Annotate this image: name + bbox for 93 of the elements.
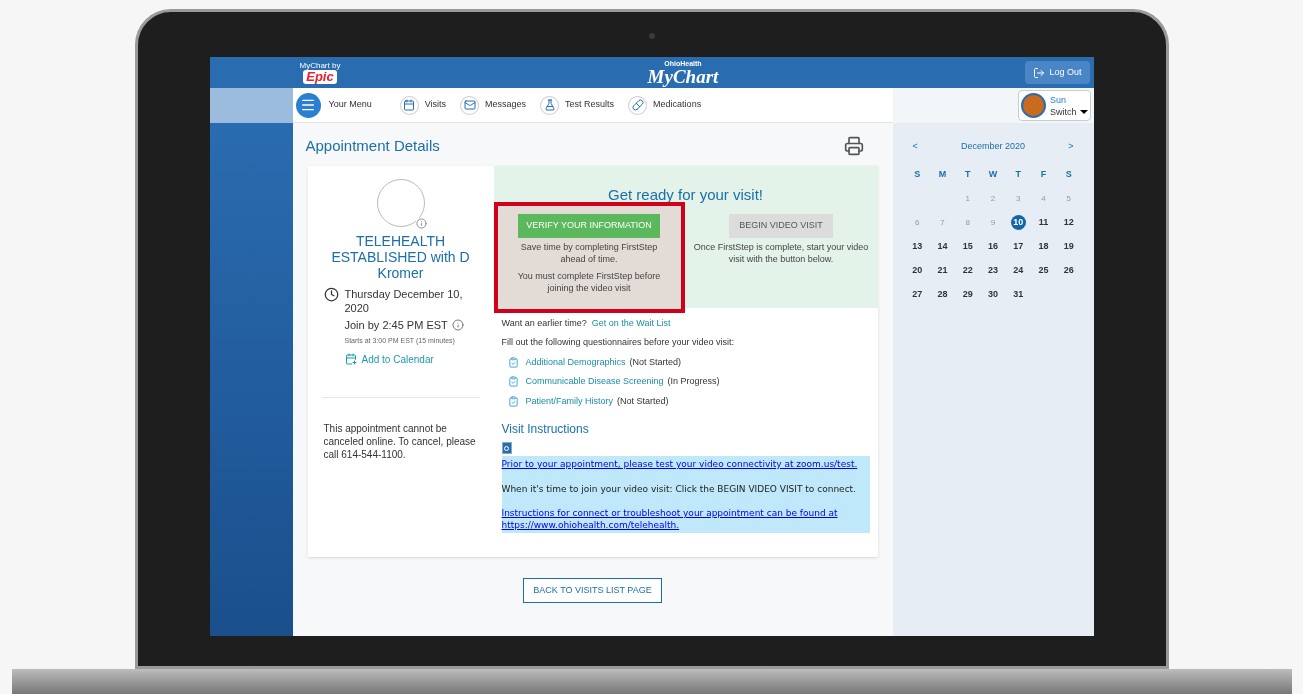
clock-icon [323, 286, 339, 302]
connectivity-link[interactable]: Prior to your appointment, please test your video connectivity at zoom.us/test. [501, 458, 864, 472]
questionnaire-status: (Not Started) [629, 355, 682, 369]
next-month-button[interactable]: > [1068, 140, 1074, 154]
flask-icon [543, 99, 556, 111]
calendar-day[interactable]: 16 [985, 239, 1001, 254]
calendar-day[interactable]: 28 [934, 287, 950, 302]
camera-icon [648, 33, 655, 39]
calendar-day[interactable]: 17 [1010, 239, 1026, 254]
verify-warning: You must complete FirstStep before joining the video visit [516, 269, 662, 294]
calendar-day[interactable]: 10 [1010, 215, 1026, 230]
cancel-note: This appointment cannot be canceled online. To cancel, please call 614-544-1100. [322, 421, 477, 461]
get-ready-heading: Get ready for your visit! [607, 184, 764, 205]
back-button[interactable]: BACK TO VISITS LIST PAGE [523, 577, 662, 603]
add-to-calendar-link[interactable]: Add to Calendar [344, 351, 480, 367]
calendar-day: 5 [1061, 191, 1077, 206]
questionnaire-link[interactable]: Communicable Disease Screening [525, 375, 664, 389]
weekday-label: S [913, 167, 922, 181]
clipboard-icon [507, 395, 519, 407]
caret-icon [1079, 109, 1088, 114]
calendar-month: December 2020 [960, 140, 1025, 153]
calendar-day: 3 [1010, 191, 1026, 206]
calendar-day: 7 [934, 215, 950, 230]
calendar-day[interactable]: 14 [934, 239, 950, 254]
info-icon[interactable] [451, 318, 464, 331]
clipboard-icon [507, 356, 519, 368]
nav-link[interactable]: Medications [628, 95, 702, 115]
waitlist-question: Want an earlier time? [501, 316, 587, 330]
weekday-label: S [1064, 167, 1073, 181]
questionnaire-link[interactable]: Patient/Family History [525, 394, 614, 408]
logout-icon [1033, 66, 1046, 79]
epic-logo: Epic [303, 69, 337, 84]
visit-instructions-heading: Visit Instructions [501, 421, 590, 438]
nav-link[interactable]: Messages [460, 95, 527, 115]
video-text: Once FirstStep is complete, start your video visit with the button below. [692, 240, 870, 265]
clipboard-icon [507, 376, 519, 388]
calendar-day[interactable]: 29 [960, 287, 976, 302]
calendar-day[interactable]: 12 [1061, 215, 1077, 230]
calendar-day[interactable]: 18 [1036, 239, 1052, 254]
telehealth-link[interactable]: Instructions for connect or troubleshoot your appointment can be found at https://www.ohiohealth.com/telehealth. [501, 507, 864, 531]
logout-button[interactable]: Log Out [1025, 60, 1090, 85]
weekday-label: M [937, 167, 948, 181]
calendar-day: 4 [1036, 191, 1052, 206]
menu-icon [300, 97, 316, 113]
appointment-date: Thursday December 10, 2020 [344, 286, 464, 315]
page-title: Appointment Details [305, 136, 440, 156]
calendar-day[interactable]: 13 [909, 239, 925, 254]
questionnaires-intro: Fill out the following questionnaires before your video visit: [501, 336, 736, 349]
print-icon[interactable] [843, 136, 864, 157]
calendar-day[interactable]: 11 [1036, 215, 1052, 230]
mail-icon [463, 99, 476, 111]
calendar-day[interactable]: 22 [960, 263, 976, 278]
calendar-day: 8 [960, 215, 976, 230]
menu-button[interactable]: Your Menu [295, 92, 372, 118]
logo-caption: MyChart by [299, 61, 341, 70]
calendar-day[interactable]: 20 [909, 263, 925, 278]
calendar-day: 1 [960, 191, 976, 206]
avatar-photo [1021, 93, 1046, 118]
weekday-label: T [963, 167, 972, 181]
questionnaire-status: (In Progress) [667, 375, 720, 388]
pill-icon [631, 99, 644, 111]
nav-link[interactable]: Visits [399, 95, 447, 115]
calendar-day[interactable]: 25 [1036, 263, 1052, 278]
calendar-day: 9 [985, 215, 1001, 230]
calendar-icon [403, 99, 416, 111]
previous-month-button[interactable]: < [912, 140, 918, 154]
document-icon [501, 442, 512, 454]
questionnaire-status: (Not Started) [617, 394, 669, 408]
calendar-day: 6 [909, 215, 925, 230]
calendar-day[interactable]: 15 [960, 239, 976, 254]
calendar-day[interactable]: 21 [934, 263, 950, 278]
appointment-title: TELEHEALTH ESTABLISHED with D Kromer [330, 232, 471, 281]
weekday-label: F [1039, 167, 1048, 181]
calendar-day[interactable]: 31 [1010, 287, 1026, 302]
profile-switcher[interactable]: Sun Switch [1018, 90, 1091, 121]
calendar-icon [344, 353, 357, 365]
nav-link[interactable]: Test Results [540, 95, 615, 115]
calendar-day: 2 [985, 191, 1001, 206]
calendar-day[interactable]: 26 [1061, 263, 1077, 278]
calendar-day[interactable]: 30 [985, 287, 1001, 302]
brand-logo: MyChart [647, 66, 719, 86]
info-icon[interactable] [415, 217, 427, 229]
join-instructions: When it's time to join your video visit: Click the BEGIN VIDEO VISIT to connect. [501, 482, 857, 496]
weekday-label: T [1014, 167, 1023, 181]
weekday-label: W [987, 167, 999, 181]
join-time: Join by 2:45 PM EST [344, 317, 448, 333]
calendar-day[interactable]: 23 [985, 263, 1001, 278]
calendar-day[interactable]: 24 [1010, 263, 1026, 278]
waitlist-link[interactable]: Get on the Wait List [591, 316, 671, 330]
verify-text: Save time by completing FirstStep ahead of time. [519, 240, 659, 265]
calendar-day[interactable]: 19 [1061, 239, 1077, 254]
questionnaire-link[interactable]: Additional Demographics [525, 355, 626, 369]
calendar-day[interactable]: 27 [909, 287, 925, 302]
